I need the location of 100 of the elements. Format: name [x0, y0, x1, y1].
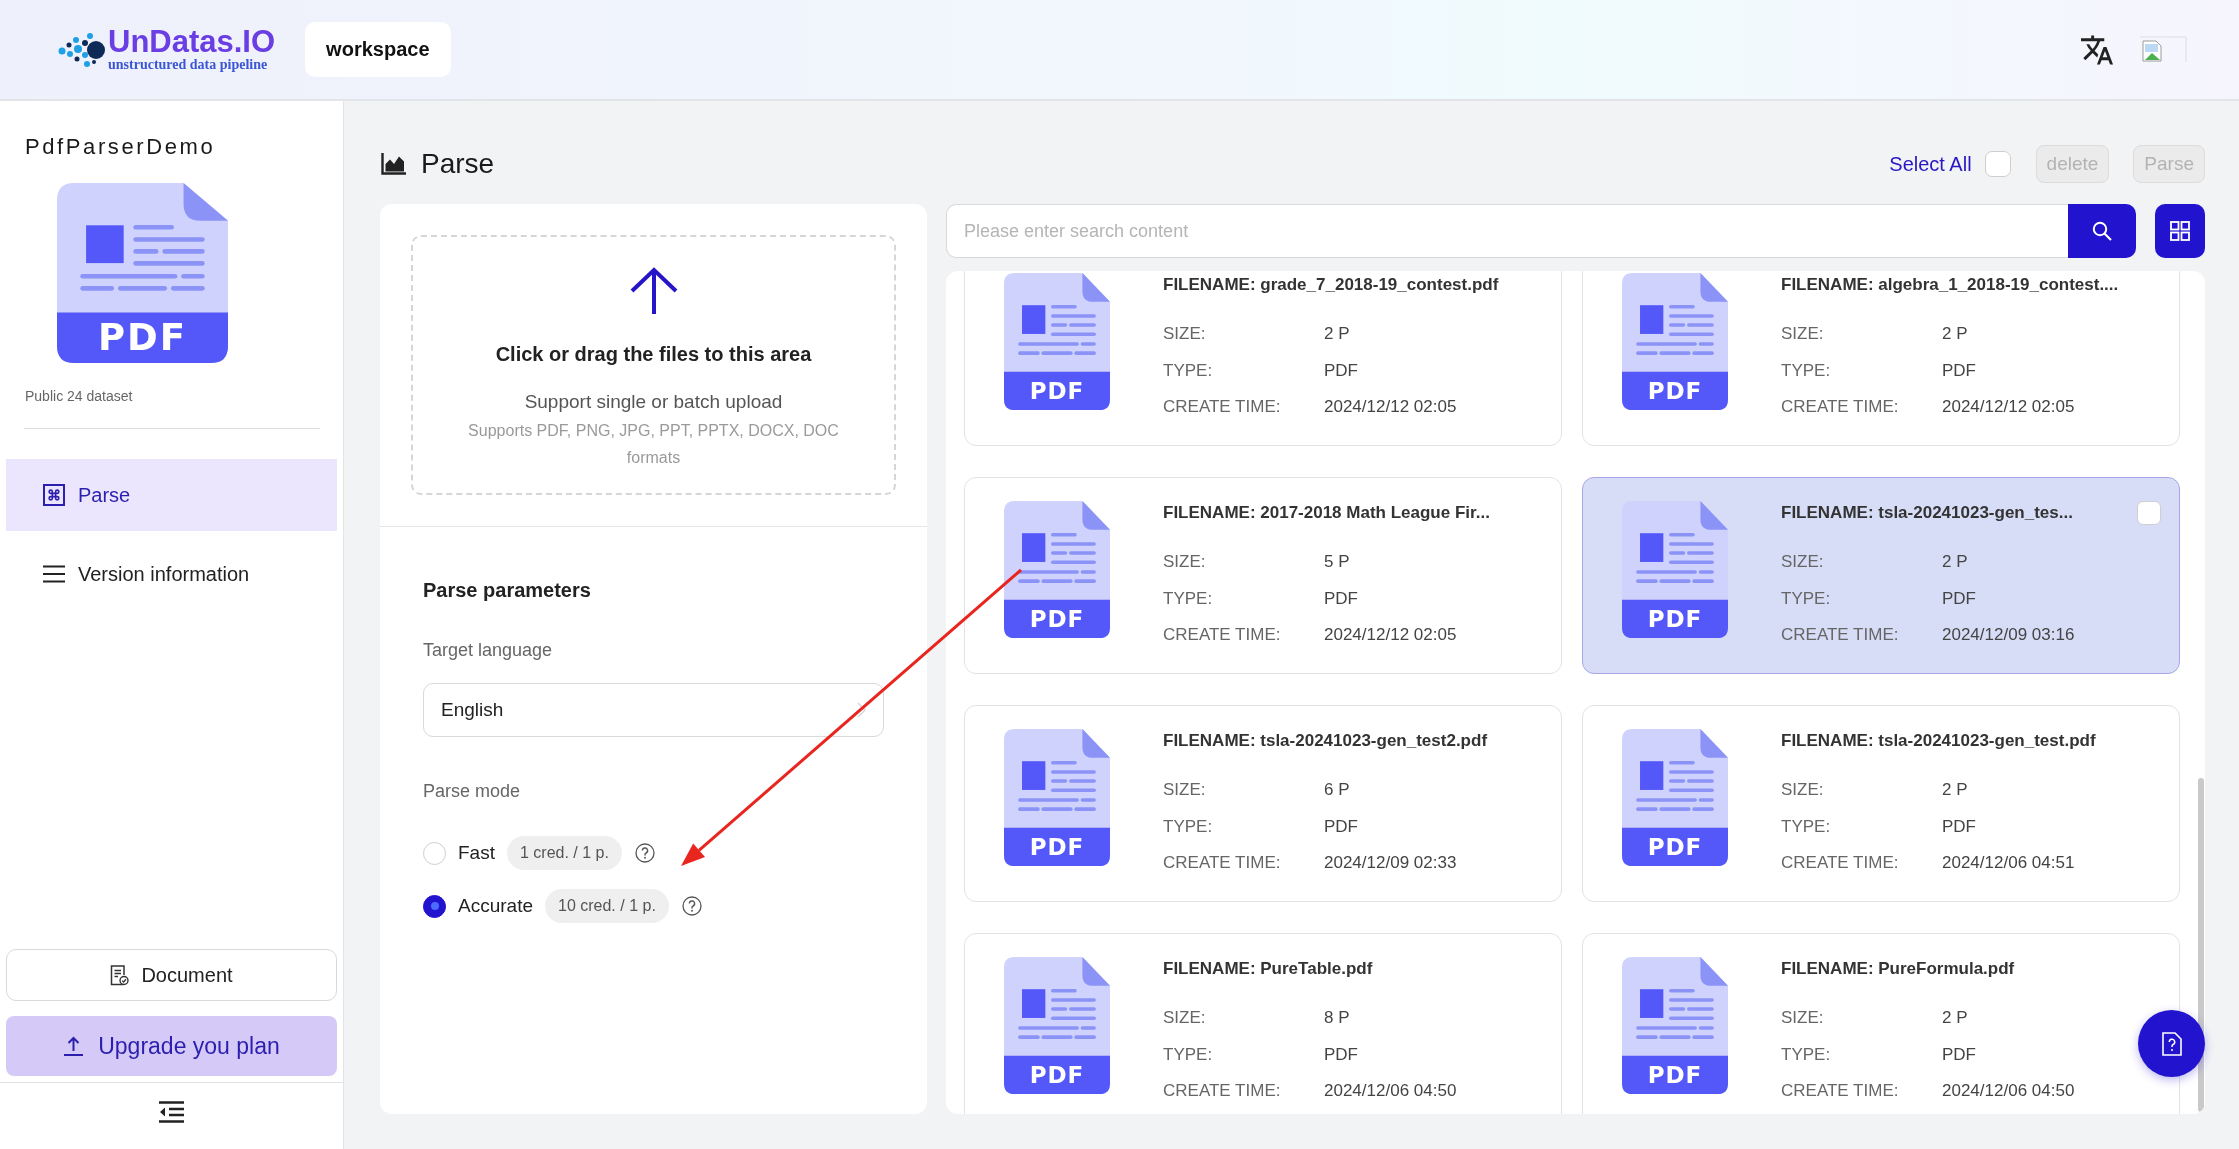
parameters-title: Parse parameters — [423, 578, 592, 603]
field-label: SIZE: — [1163, 551, 1207, 573]
field-value: 2024/12/12 02:05 — [1324, 396, 1457, 418]
file-card[interactable]: PDF FILENAME: PureFormula.pdf SIZE: 2 P TYPE: PDF CREATE TIME: 2024/12/06 04:50 — [1582, 933, 2180, 1114]
translate-icon[interactable] — [2081, 33, 2113, 66]
broken-image-icon[interactable] — [2139, 36, 2187, 63]
field-label: TYPE: — [1163, 359, 1214, 382]
file-type-label: PDF — [97, 315, 188, 361]
field-value: PDF — [1324, 1043, 1358, 1066]
select-all-checkbox[interactable] — [1984, 151, 2011, 177]
field-value: 2024/12/06 04:50 — [1942, 1080, 2075, 1102]
select-all-label[interactable]: Select All — [1889, 152, 1972, 176]
field-label: CREATE TIME: — [1781, 396, 1900, 418]
field-label: Target language — [423, 639, 554, 662]
field-label: TYPE: — [1781, 587, 1832, 610]
pdf-file-icon — [1004, 957, 1110, 1094]
field-label: CREATE TIME: — [1163, 852, 1282, 874]
file-card[interactable]: PDF FILENAME: tsla-20241023-gen_tes... SIZE: 2 P TYPE: PDF CREATE TIME: 2024/12/09 03:16 — [1582, 477, 2180, 674]
menu-item[interactable]: Parse — [6, 459, 337, 531]
field-value: 2 P — [1942, 779, 1968, 801]
upload-dropzone[interactable]: Click or drag the files to this area Support single or batch upload Supports PDF, PNG, JPG, PPT, PPTX, DOCX, DOC formats — [411, 235, 896, 495]
field-label: SIZE: — [1163, 779, 1207, 801]
field-label: SIZE: — [1781, 551, 1825, 573]
file-card[interactable]: PDF FILENAME: 2017-2018 Math League Fir... SIZE: 5 P TYPE: PDF CREATE TIME: 2024/12/12 02:05 — [964, 477, 1562, 674]
field-value: PDF — [1942, 1043, 1976, 1066]
field-value: 2024/12/09 02:33 — [1324, 852, 1457, 874]
field-label: CREATE TIME: — [1781, 1080, 1900, 1102]
field-value: 8 P — [1324, 1007, 1350, 1029]
field-label: CREATE TIME: — [1781, 852, 1900, 874]
field-value: PDF — [1942, 587, 1976, 610]
file-type-label: PDF — [1029, 833, 1085, 862]
file-name: FILENAME: PureTable.pdf — [1163, 958, 1374, 980]
field-label: TYPE: — [1163, 1043, 1214, 1066]
dataset-info: Public 24 dataset — [25, 388, 133, 404]
supported-formats-text: Supports PDF, PNG, JPG, PPT, PPTX, DOCX, DOC formats — [467, 421, 840, 468]
radio-button[interactable] — [423, 894, 446, 918]
file-name: FILENAME: tsla-20241023-gen_test.pdf — [1781, 730, 2096, 752]
field-label: TYPE: — [1163, 587, 1214, 610]
credit-cost-tag: 10 cred. / 1 p. — [545, 889, 669, 923]
file-type-label: PDF — [1029, 605, 1085, 634]
radio-option-label[interactable]: Fast — [458, 842, 495, 864]
scrollbar-thumb[interactable] — [2198, 778, 2204, 1112]
pdf-file-icon — [1004, 501, 1110, 638]
card-checkbox[interactable] — [2137, 501, 2161, 525]
field-label: CREATE TIME: — [1163, 396, 1282, 418]
field-value: 2024/12/12 02:05 — [1942, 396, 2075, 418]
language-select[interactable]: English — [423, 683, 884, 737]
field-label: TYPE: — [1781, 359, 1832, 382]
list-icon — [43, 565, 65, 583]
collapse-sidebar-icon[interactable] — [159, 1101, 184, 1123]
field-value: 2024/12/12 02:05 — [1324, 624, 1457, 646]
field-label: SIZE: — [1163, 1007, 1207, 1029]
file-type-label: PDF — [1647, 377, 1703, 406]
search-button[interactable] — [2068, 204, 2136, 258]
file-type-label: PDF — [1029, 1061, 1085, 1090]
field-value: 6 P — [1324, 779, 1350, 801]
help-icon[interactable] — [634, 843, 655, 863]
command-icon — [43, 484, 65, 506]
grid-view-button[interactable] — [2155, 204, 2205, 258]
file-type-label: PDF — [1647, 1061, 1703, 1090]
radio-option-label[interactable]: Accurate — [458, 895, 533, 917]
logo-tagline: unstructured data pipeline — [108, 57, 269, 72]
field-value: 2 P — [1942, 551, 1968, 573]
search-icon — [2092, 221, 2112, 241]
file-card[interactable]: PDF FILENAME: algebra_1_2018-19_contest.... SIZE: 2 P TYPE: PDF CREATE TIME: 2024/12/12 02:05 — [1582, 271, 2180, 446]
field-value: 2 P — [1942, 1007, 1968, 1029]
logo-name: UnDatas.IO — [108, 27, 276, 57]
document-question-icon — [2161, 1031, 2182, 1056]
logo-dots-icon — [58, 30, 108, 69]
file-card[interactable]: PDF FILENAME: tsla-20241023-gen_test2.pdf SIZE: 6 P TYPE: PDF CREATE TIME: 2024/12/09 02:33 — [964, 705, 1562, 902]
field-value: 2 P — [1942, 323, 1968, 345]
document-check-icon — [110, 964, 130, 986]
file-card[interactable]: PDF FILENAME: tsla-20241023-gen_test.pdf SIZE: 2 P TYPE: PDF CREATE TIME: 2024/12/06 04:51 — [1582, 705, 2180, 902]
file-name: FILENAME: tsla-20241023-gen_tes... — [1781, 502, 2074, 524]
field-value: PDF — [1942, 815, 1976, 838]
field-label: TYPE: — [1163, 815, 1214, 838]
upload-hint: Support single or batch upload — [524, 390, 783, 414]
upload-arrow-icon — [629, 267, 678, 315]
field-value: 2024/12/09 03:16 — [1942, 624, 2075, 646]
help-icon[interactable] — [681, 896, 702, 916]
document-button[interactable]: Document — [6, 949, 337, 1001]
field-label: CREATE TIME: — [1163, 1080, 1282, 1102]
search-field[interactable]: Please enter search content — [946, 204, 2068, 258]
field-label: TYPE: — [1781, 1043, 1832, 1066]
field-label: CREATE TIME: — [1781, 624, 1900, 646]
file-card[interactable]: PDF FILENAME: PureTable.pdf SIZE: 8 P TYPE: PDF CREATE TIME: 2024/12/06 04:50 — [964, 933, 1562, 1114]
upgrade-button[interactable]: Upgrade you plan — [6, 1016, 337, 1076]
field-value: 2024/12/06 04:50 — [1324, 1080, 1457, 1102]
pdf-file-icon — [57, 183, 228, 363]
file-name: FILENAME: grade_7_2018-19_contest.pdf — [1163, 274, 1499, 296]
upload-icon — [63, 1036, 85, 1056]
credit-cost-tag: 1 cred. / 1 p. — [506, 836, 622, 870]
pdf-file-icon — [1622, 957, 1728, 1094]
field-value: PDF — [1942, 359, 1976, 382]
pdf-file-icon — [1004, 729, 1110, 866]
file-card[interactable]: PDF FILENAME: grade_7_2018-19_contest.pdf SIZE: 2 P TYPE: PDF CREATE TIME: 2024/12/12 02:05 — [964, 271, 1562, 446]
workspace-button[interactable]: workspace — [305, 22, 451, 77]
pdf-file-icon — [1622, 729, 1728, 866]
file-type-label: PDF — [1029, 377, 1085, 406]
menu-item[interactable]: Version information — [6, 538, 337, 610]
